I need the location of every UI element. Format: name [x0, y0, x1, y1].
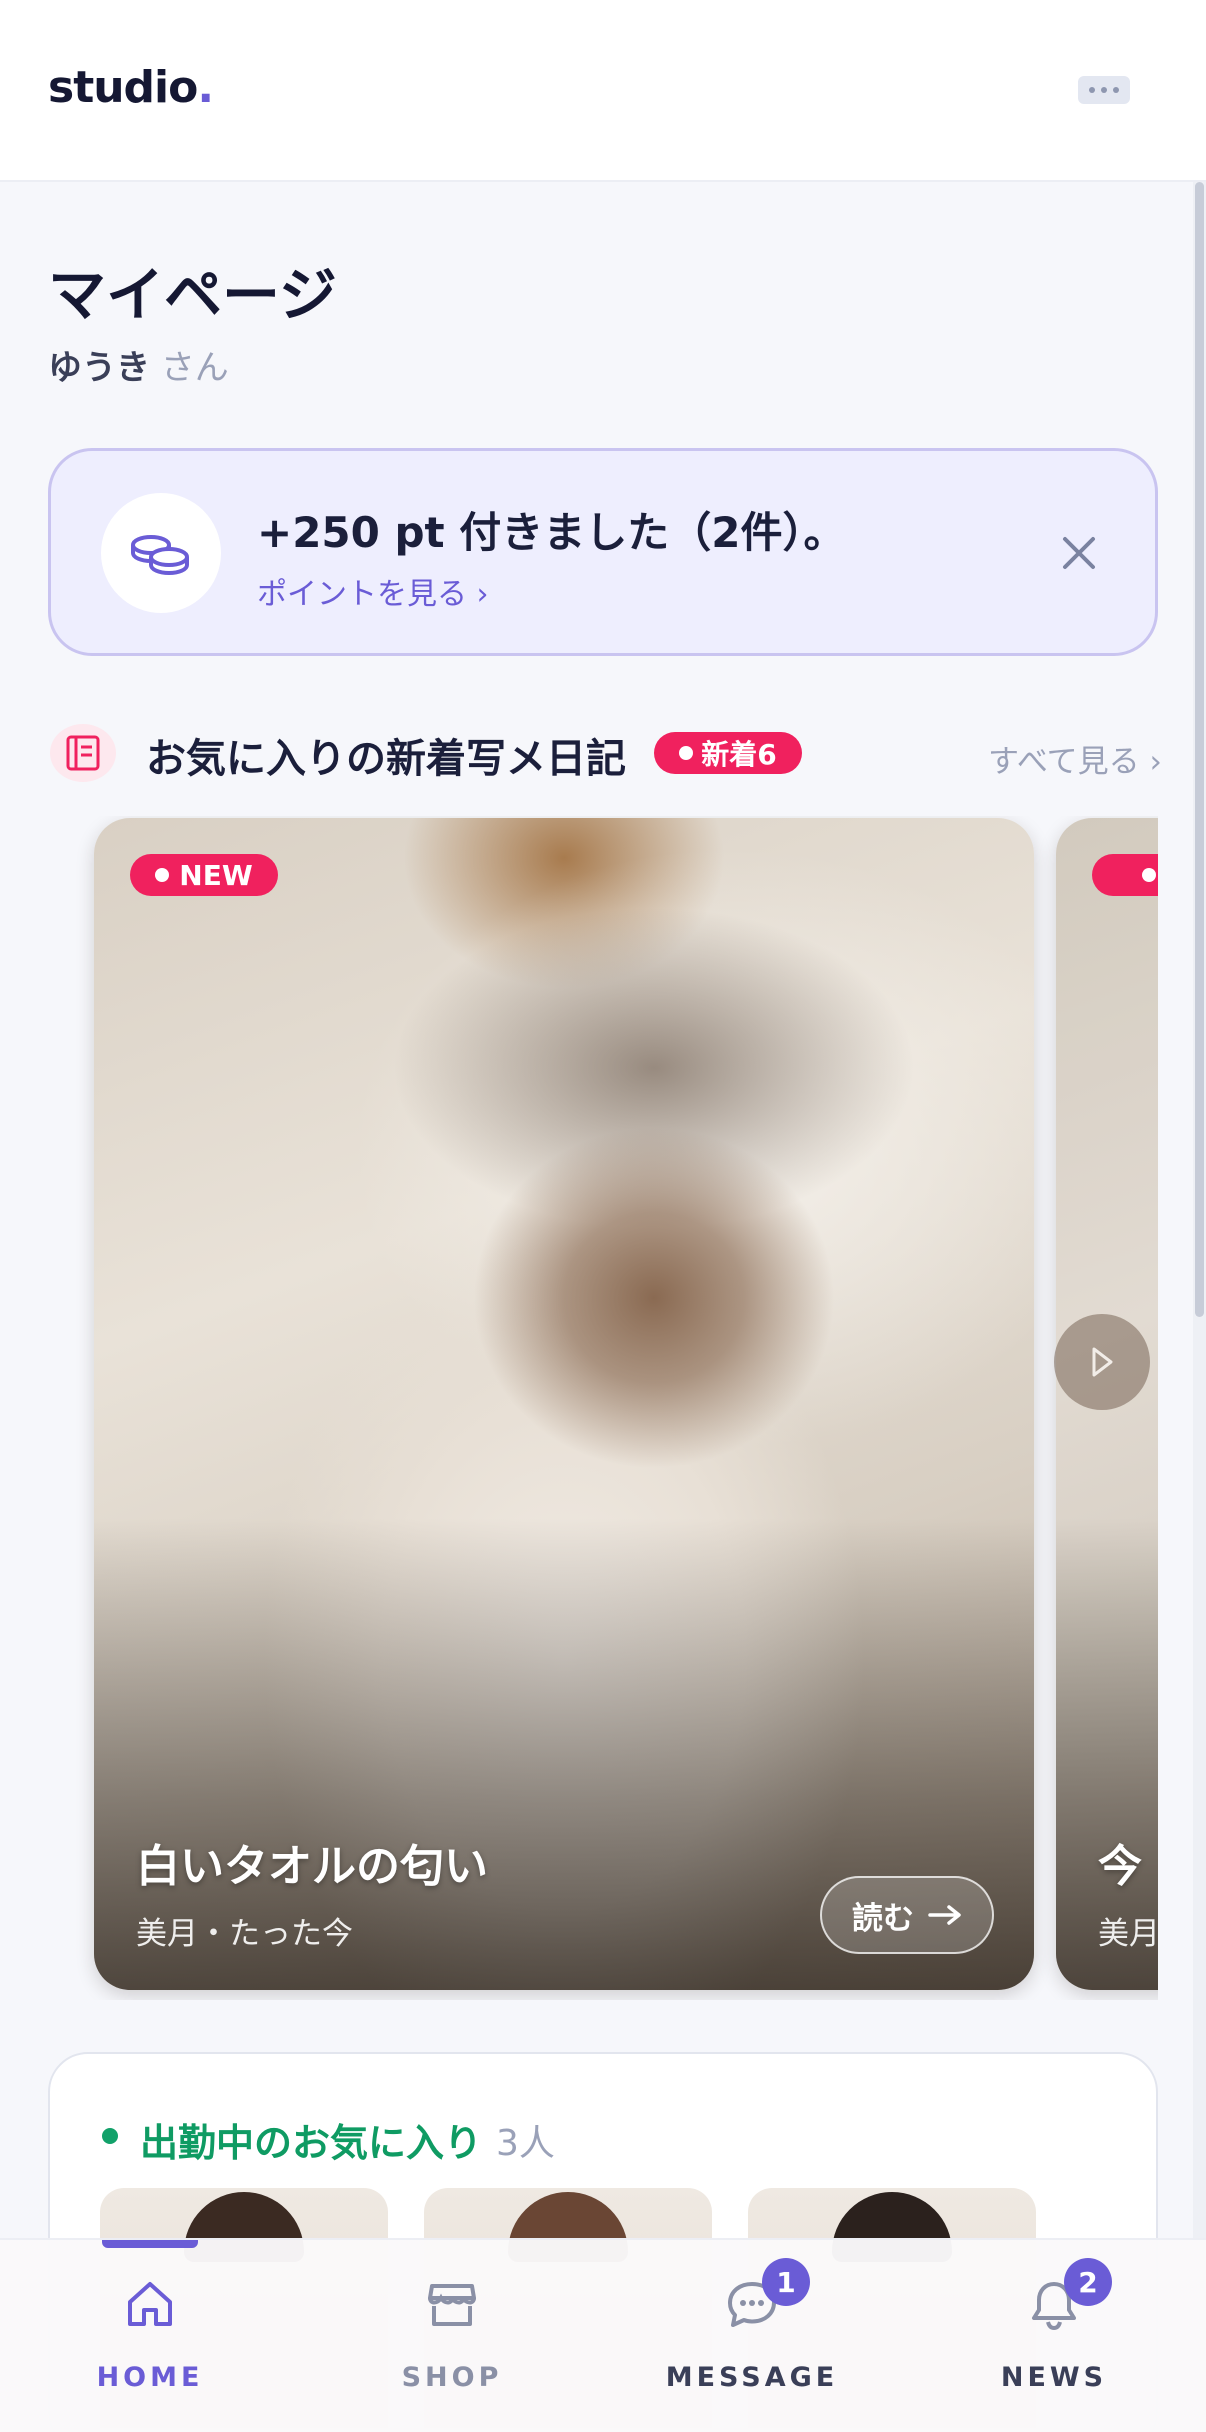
badge-dot	[155, 868, 170, 882]
diary-card[interactable]: NEW 白いタオルの匂い 美月・たった今 読む	[94, 818, 1034, 1990]
read-button-label: 読む	[852, 1900, 914, 1937]
coins-icon	[101, 493, 221, 613]
on-duty-count: 3人	[496, 2123, 555, 2164]
shop-icon	[424, 2276, 480, 2332]
message-count-badge: 1	[762, 2258, 810, 2306]
nav-tab-home[interactable]: HOME	[50, 2276, 250, 2406]
bottom-navigation: HOME SHOP 1 MESSAGE 2 NEWS	[0, 2238, 1206, 2432]
new-count-badge: 新着6	[654, 732, 802, 774]
diary-meta: 美月	[1098, 1916, 1158, 1952]
more-menu-button[interactable]	[1078, 76, 1130, 104]
nav-tab-news[interactable]: 2 NEWS	[954, 2258, 1154, 2406]
view-points-link[interactable]: ポイントを見る ›	[257, 569, 489, 613]
on-duty-title: 出勤中のお気に入り	[140, 2121, 483, 2165]
arrow-right-icon	[928, 1905, 961, 1925]
points-notification-banner[interactable]: +250 pt 付きました（2件）。 ポイントを見る ›	[48, 448, 1158, 656]
card-new-badge: NEW	[130, 854, 278, 896]
page-scrollbar[interactable]	[1193, 182, 1206, 2432]
ellipsis-icon-dot	[1113, 87, 1119, 93]
diary-carousel[interactable]: NEW 白いタオルの匂い 美月・たった今 読む N 今 美月	[48, 816, 1158, 2000]
carousel-next-button[interactable]	[1054, 1314, 1150, 1410]
section-title-favorite-diaries: お気に入りの新着写メ日記	[146, 736, 626, 782]
nav-label-home: HOME	[96, 2362, 204, 2393]
notebook-icon	[48, 722, 118, 784]
app-header: studio.	[0, 0, 1206, 182]
news-count-badge: 2	[1064, 2258, 1112, 2306]
ellipsis-icon-dot	[1101, 87, 1107, 93]
studio-logo[interactable]: studio.	[48, 62, 214, 113]
on-duty-indicator	[102, 2128, 118, 2144]
points-message: +250 pt 付きました（2件）。	[257, 508, 846, 557]
nav-label-message: MESSAGE	[665, 2362, 839, 2393]
badge-dot	[1142, 868, 1157, 882]
scrollbar-thumb[interactable]	[1195, 182, 1204, 1317]
user-honorific: さん	[150, 348, 229, 388]
nav-tab-shop[interactable]: SHOP	[352, 2276, 552, 2406]
active-tab-indicator	[102, 2240, 198, 2248]
ellipsis-icon	[1089, 87, 1095, 93]
diary-title: 今	[1098, 1841, 1142, 1892]
new-count-label: 新着6	[701, 738, 777, 771]
close-banner-button[interactable]	[1051, 525, 1107, 581]
close-icon	[1063, 537, 1095, 569]
chevron-right-icon	[1092, 1347, 1113, 1377]
card-new-label: NEW	[179, 858, 253, 892]
card-new-badge: N	[1092, 854, 1158, 896]
home-icon	[122, 2276, 178, 2332]
read-button[interactable]: 読む	[820, 1876, 994, 1954]
diary-meta: 美月・たった今	[136, 1916, 353, 1952]
diary-title: 白いタオルの匂い	[136, 1841, 488, 1892]
user-greeting: ゆうき さん	[48, 340, 229, 389]
nav-tab-message[interactable]: 1 MESSAGE	[652, 2258, 852, 2406]
logo-dot: .	[197, 62, 214, 113]
nav-label-shop: SHOP	[401, 2362, 503, 2393]
badge-dot	[679, 746, 694, 760]
page-title: マイページ	[48, 261, 337, 329]
user-name: ゆうき	[48, 348, 150, 388]
nav-label-news: NEWS	[1000, 2362, 1108, 2393]
logo-text: studio	[48, 62, 198, 113]
see-all-link[interactable]: すべて見る ›	[988, 736, 1162, 781]
